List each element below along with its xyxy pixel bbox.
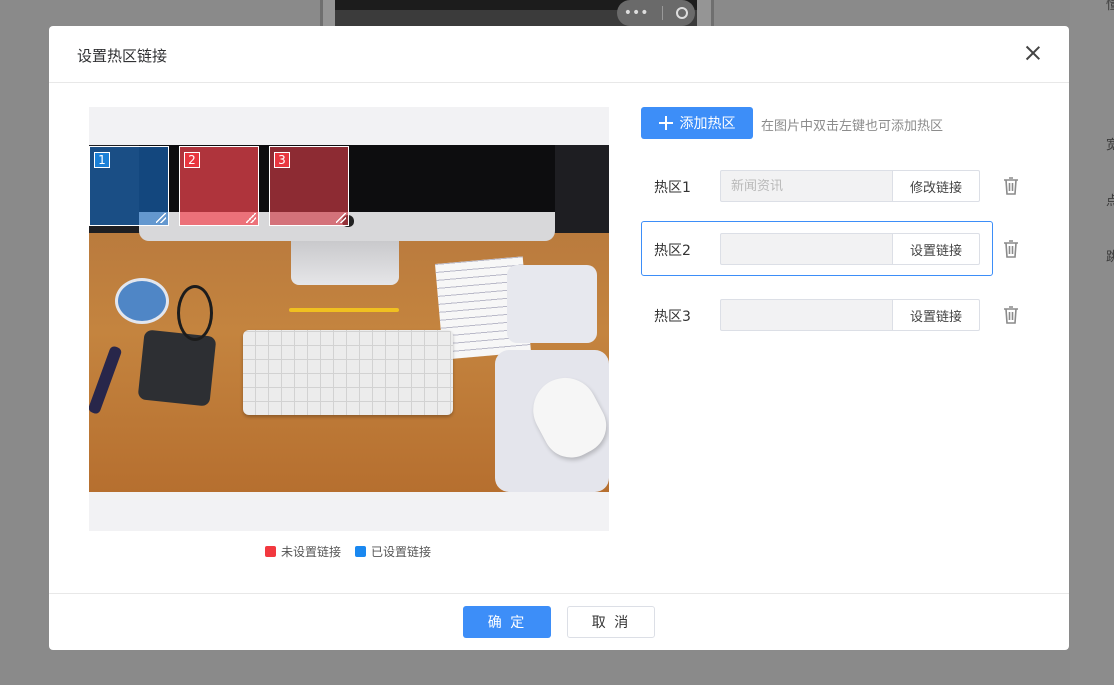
resize-handle-icon[interactable] [156, 213, 166, 223]
hotspot-number: 3 [274, 152, 290, 168]
dialog-header: 设置热区链接 [49, 26, 1069, 83]
hotspot-link-input[interactable] [720, 233, 894, 265]
resize-handle-icon[interactable] [336, 213, 346, 223]
close-icon[interactable] [1023, 43, 1043, 63]
hotspot-link-input[interactable] [720, 299, 894, 331]
hotspot-row-label: 热区2 [654, 243, 691, 259]
add-hotspot-hint: 在图片中双击左键也可添加热区 [761, 119, 944, 134]
blue-swatch-icon [355, 546, 367, 557]
trash-icon[interactable] [1002, 176, 1020, 196]
confirm-button[interactable]: 确 定 [463, 606, 551, 638]
add-hotspot-button[interactable]: 添加热区 [641, 107, 753, 139]
hotspot-row-1[interactable]: 热区1 修改链接 [641, 158, 1018, 213]
set-link-button[interactable]: 设置链接 [892, 299, 980, 331]
phone-preview: ••• [320, 0, 714, 28]
dialog-footer: 确 定 取 消 [49, 593, 1069, 651]
panel-fragment: 宽 [1106, 138, 1114, 153]
panel-fragment: 跳 [1106, 250, 1114, 265]
hotspot-legend: 未设置链接 已设置链接 [265, 543, 431, 560]
capsule-target-icon [676, 7, 689, 19]
hotspot-row-2[interactable]: 热区2 设置链接 [641, 221, 1018, 276]
edit-link-button[interactable]: 修改链接 [892, 170, 980, 202]
hotspot-2[interactable]: 2 [179, 146, 259, 226]
hotspot-image-canvas[interactable]: 1 2 3 [89, 107, 609, 531]
mini-program-capsule: ••• [617, 0, 695, 26]
more-dots-icon: ••• [623, 5, 649, 21]
hotspot-link-dialog: 设置热区链接 1 2 3 未设置链接 已设置链接 添加热区 在图片中双击左键也可… [49, 26, 1069, 650]
hotspot-number: 2 [184, 152, 200, 168]
capsule-divider [661, 6, 663, 20]
panel-fragment: 懂 [1106, 0, 1114, 13]
hotspot-row-3[interactable]: 热区3 设置链接 [641, 287, 1018, 342]
hotspot-link-input[interactable] [720, 170, 894, 202]
red-swatch-icon [265, 546, 276, 557]
add-hotspot-label: 添加热区 [679, 116, 736, 132]
resize-handle-icon[interactable] [246, 213, 256, 223]
desk-photo: 1 2 3 [89, 145, 609, 492]
panel-fragment: 点 [1106, 194, 1114, 209]
hotspot-1[interactable]: 1 [89, 146, 169, 226]
hotspot-row-label: 热区1 [654, 180, 691, 196]
hotspot-row-label: 热区3 [654, 309, 691, 325]
cancel-button[interactable]: 取 消 [567, 606, 655, 638]
legend-label: 已设置链接 [371, 545, 432, 559]
legend-unset: 未设置链接 [265, 543, 341, 560]
hotspot-3[interactable]: 3 [269, 146, 349, 226]
background-settings-panel: 懂 宽 点 跳 [1070, 0, 1114, 685]
legend-label: 未设置链接 [281, 545, 342, 559]
dialog-title: 设置热区链接 [77, 47, 168, 65]
trash-icon[interactable] [1002, 239, 1020, 259]
set-link-button[interactable]: 设置链接 [892, 233, 980, 265]
trash-icon[interactable] [1002, 305, 1020, 325]
phone-preview-image: ••• [335, 0, 697, 26]
plus-icon [658, 116, 673, 130]
legend-set: 已设置链接 [355, 543, 431, 560]
hotspot-number: 1 [94, 152, 110, 168]
